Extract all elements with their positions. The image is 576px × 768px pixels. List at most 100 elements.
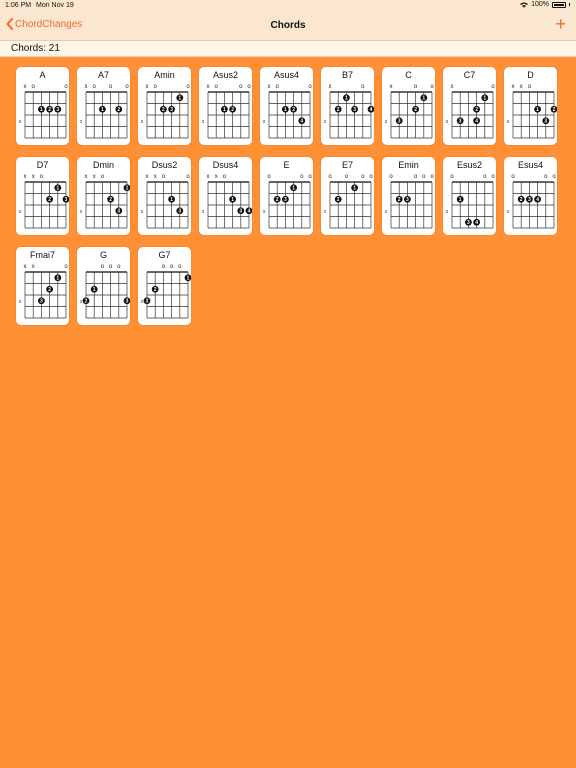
finger-number: 2: [48, 107, 51, 113]
open-string-marker: o: [491, 84, 495, 90]
battery-percent: 100%: [531, 1, 549, 8]
chord-card[interactable]: Dsus4 x x o 3 1 3 4: [199, 157, 252, 235]
muted-string-marker: x: [146, 174, 149, 180]
fret-number: 3: [202, 209, 205, 214]
fret-number: 3: [263, 209, 266, 214]
chord-card[interactable]: Dxxo3123: [504, 67, 557, 145]
chord-diagram: x o o o31 2: [80, 84, 129, 139]
open-string-marker: o: [369, 174, 373, 180]
muted-string-marker: x: [85, 174, 88, 180]
open-string-marker: o: [64, 84, 68, 90]
chord-card[interactable]: Esus4 o o o 3 2 3 4: [504, 157, 557, 235]
chord-diagram: x x o313 4: [202, 174, 252, 229]
finger-number: 3: [284, 197, 287, 203]
chord-card[interactable]: Asus2 x o o o 3 1 2: [199, 67, 252, 145]
open-string-marker: o: [223, 174, 227, 180]
fret-number: 3: [507, 119, 510, 124]
open-string-marker: o: [64, 264, 68, 270]
fret-number: 3: [141, 209, 144, 214]
finger-number: 2: [292, 107, 295, 113]
open-string-marker: o: [162, 264, 166, 270]
finger-number: 3: [544, 119, 547, 125]
open-string-marker: o: [101, 174, 105, 180]
open-string-marker: o: [414, 174, 418, 180]
chord-card[interactable]: C7 x o 3 1 2 3 4: [443, 67, 496, 145]
finger-number: 3: [117, 209, 120, 215]
muted-string-marker: x: [85, 84, 88, 90]
open-string-marker: o: [544, 174, 548, 180]
finger-number: 2: [475, 107, 478, 113]
open-string-marker: o: [361, 84, 365, 90]
finger-number: 2: [520, 197, 523, 203]
open-string-marker: o: [450, 174, 454, 180]
chord-card[interactable]: Emin o o o o 3 2 3: [382, 157, 435, 235]
chord-card[interactable]: Fmai7 x x o 3 1 2 3: [16, 247, 69, 325]
open-string-marker: o: [186, 84, 190, 90]
page-title: Chords: [270, 20, 306, 31]
battery-tip: [569, 3, 570, 6]
chord-diagram: ooo3123: [263, 174, 312, 229]
chord-card[interactable]: A7 x o o o 3 1 2: [77, 67, 130, 145]
chord-card[interactable]: D7 x x o 3 1 2 3: [16, 157, 69, 235]
open-string-marker: o: [162, 174, 166, 180]
finger-number: 4: [475, 119, 478, 125]
chord-card[interactable]: Axoo3123: [16, 67, 69, 145]
finger-number: 4: [475, 220, 478, 226]
open-string-marker: o: [178, 264, 182, 270]
chord-diagram: xxo3123: [80, 174, 130, 229]
fret-number: 3: [385, 119, 388, 124]
chord-card[interactable]: B7 x o 3 1 2 3 4: [321, 67, 374, 145]
chord-card[interactable]: Asus4 x o o 3 1 2 4: [260, 67, 313, 145]
fret-number: 3: [324, 209, 327, 214]
open-string-marker: o: [300, 174, 304, 180]
finger-number: 1: [353, 186, 356, 192]
finger-number: 1: [187, 276, 190, 282]
finger-number: 1: [56, 186, 59, 192]
fret-number: 3: [507, 209, 510, 214]
finger-number: 1: [223, 107, 226, 113]
chord-count: Chords: 21: [11, 43, 60, 54]
finger-number: 3: [56, 107, 59, 113]
chord-card[interactable]: Dmin x x o 3 1 2 3: [77, 157, 130, 235]
fret-number: 3: [141, 119, 144, 124]
chord-diagram: o o o o312: [324, 174, 373, 229]
muted-string-marker: x: [207, 84, 210, 90]
chord-card[interactable]: Eooo3123: [260, 157, 313, 235]
finger-number: 3: [178, 209, 181, 215]
open-string-marker: o: [422, 174, 426, 180]
fret-number: 3: [19, 299, 22, 304]
add-chord-button[interactable]: +: [555, 14, 566, 34]
fret-number: 3: [263, 119, 266, 124]
chord-diagram: xoo3123: [141, 84, 190, 139]
open-string-marker: o: [483, 174, 487, 180]
chord-card[interactable]: G7 o o o 3 1 2 3: [138, 247, 191, 325]
chord-card[interactable]: E7 o o o o 3 1 2: [321, 157, 374, 235]
finger-number: 2: [162, 107, 165, 113]
fret-number: 3: [19, 119, 22, 124]
fret-number: 3: [19, 209, 22, 214]
finger-number: 1: [101, 107, 104, 113]
chord-card[interactable]: Esus2 o o o 3 1 3 4: [443, 157, 496, 235]
muted-string-marker: x: [390, 84, 393, 90]
finger-number: 4: [248, 209, 251, 215]
finger-number: 2: [414, 107, 417, 113]
battery-icon: [552, 1, 566, 8]
chord-card[interactable]: Dsus2 x x o o 3 1 3: [138, 157, 191, 235]
chord-diagram: o o o32 3 4: [507, 174, 556, 229]
fret-number: 3: [141, 299, 144, 304]
open-string-marker: o: [267, 174, 271, 180]
chord-card[interactable]: Amin x o o 3 1 2 3: [138, 67, 191, 145]
finger-number: 2: [337, 197, 340, 203]
muted-string-marker: x: [520, 84, 523, 90]
open-string-marker: o: [552, 174, 556, 180]
fret-number: 3: [385, 209, 388, 214]
open-string-marker: o: [93, 84, 97, 90]
fret-number: 3: [80, 299, 83, 304]
finger-number: 2: [85, 299, 88, 305]
finger-number: 2: [117, 107, 120, 113]
chord-card[interactable]: Cxoo3123: [382, 67, 435, 145]
chord-diagram: xoo3123: [385, 84, 434, 139]
finger-number: 4: [536, 197, 539, 203]
chord-card[interactable]: Gooo3123: [77, 247, 130, 325]
muted-string-marker: x: [268, 84, 271, 90]
